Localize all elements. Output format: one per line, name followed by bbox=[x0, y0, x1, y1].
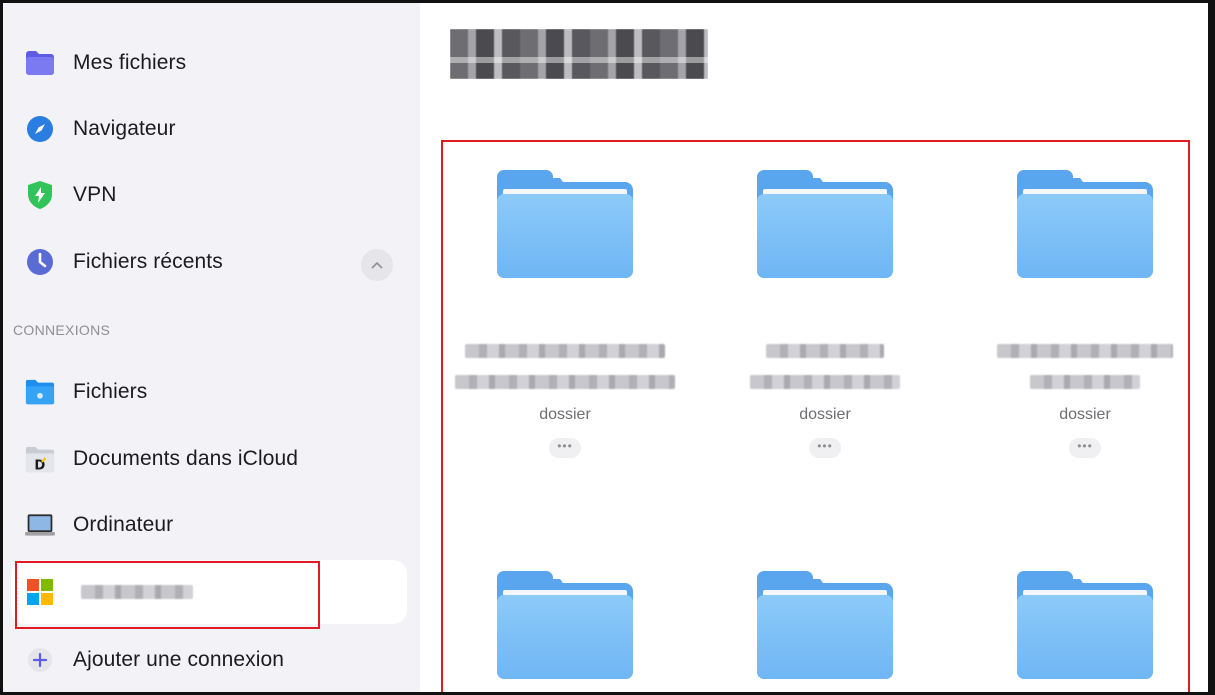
more-button[interactable]: ••• bbox=[809, 438, 841, 458]
section-header-connexions: CONNEXIONS bbox=[13, 322, 111, 338]
sidebar-item-label: Fichiers récents bbox=[73, 250, 223, 273]
folder-name-redacted bbox=[750, 375, 900, 389]
folder-name-redacted bbox=[1030, 375, 1140, 389]
folder-kind: dossier bbox=[539, 406, 591, 423]
files-app-icon bbox=[25, 377, 55, 407]
sidebar-item-label: Ordinateur bbox=[73, 513, 174, 536]
folder-icon bbox=[1017, 170, 1153, 278]
sidebar-item-label: Ajouter une connexion bbox=[73, 648, 285, 671]
app-window: Mes fichiers Navigateur VPN Fichiers réc… bbox=[0, 0, 1215, 695]
clock-icon bbox=[25, 247, 55, 277]
plus-icon bbox=[25, 645, 55, 675]
sidebar-item-label: Fichiers bbox=[73, 380, 148, 403]
folder-tile[interactable]: dossier ••• bbox=[455, 170, 675, 458]
vpn-shield-icon bbox=[25, 180, 55, 210]
laptop-icon bbox=[25, 510, 55, 540]
sidebar-item-label: Documents dans iCloud bbox=[73, 447, 299, 470]
microsoft-logo-icon bbox=[25, 577, 55, 607]
folder-icon bbox=[1017, 571, 1153, 679]
sidebar-item-vpn[interactable]: VPN bbox=[11, 167, 407, 223]
folder-kind: dossier bbox=[1059, 406, 1111, 423]
sidebar-item-documents-icloud[interactable]: D Documents dans iCloud bbox=[11, 431, 407, 487]
page-title-redacted bbox=[450, 29, 708, 79]
sidebar-item-fichiers-recents[interactable]: Fichiers récents bbox=[11, 234, 407, 290]
account-name-redacted bbox=[81, 585, 193, 599]
sidebar-item-mes-fichiers[interactable]: Mes fichiers bbox=[11, 35, 407, 91]
more-button[interactable]: ••• bbox=[549, 438, 581, 458]
folder-tile[interactable] bbox=[715, 571, 935, 679]
sidebar: Mes fichiers Navigateur VPN Fichiers réc… bbox=[3, 3, 420, 692]
collapse-recents-button[interactable] bbox=[361, 249, 393, 281]
folder-icon bbox=[497, 170, 633, 278]
folder-icon bbox=[757, 170, 893, 278]
sidebar-item-fichiers[interactable]: Fichiers bbox=[11, 364, 407, 420]
sidebar-item-ordinateur[interactable]: Ordinateur bbox=[11, 497, 407, 553]
folder-icon bbox=[757, 571, 893, 679]
folder-name-redacted bbox=[465, 344, 665, 358]
sidebar-item-navigateur[interactable]: Navigateur bbox=[11, 101, 407, 157]
folder-name-redacted bbox=[766, 344, 884, 358]
folder-icon bbox=[25, 48, 55, 78]
sidebar-item-label: Mes fichiers bbox=[73, 51, 187, 74]
sidebar-item-label: Navigateur bbox=[73, 117, 176, 140]
folder-icon bbox=[497, 571, 633, 679]
main-content: dossier ••• dossier ••• dossier ••• bbox=[420, 3, 1208, 692]
folder-name-redacted bbox=[997, 344, 1173, 358]
folder-tile[interactable] bbox=[975, 571, 1195, 679]
folder-tile[interactable]: dossier ••• bbox=[975, 170, 1195, 458]
documents-app-icon: D bbox=[25, 444, 55, 474]
sidebar-item-microsoft-account[interactable] bbox=[11, 560, 407, 624]
compass-icon bbox=[25, 114, 55, 144]
chevron-up-icon bbox=[371, 261, 383, 269]
more-button[interactable]: ••• bbox=[1069, 438, 1101, 458]
sidebar-item-ajouter-connexion[interactable]: Ajouter une connexion bbox=[11, 632, 407, 688]
folder-name-redacted bbox=[455, 375, 675, 389]
folder-kind: dossier bbox=[799, 406, 851, 423]
folder-tile[interactable]: dossier ••• bbox=[715, 170, 935, 458]
sidebar-item-label: VPN bbox=[73, 183, 117, 206]
folder-tile[interactable] bbox=[455, 571, 675, 679]
